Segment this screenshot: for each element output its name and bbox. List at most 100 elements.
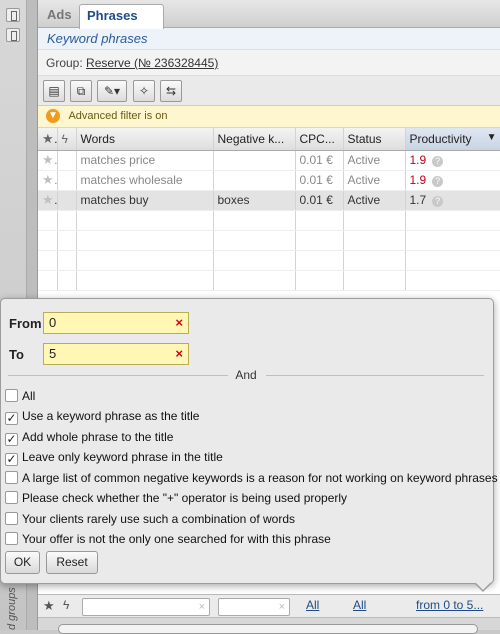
- option-whole-phrase-title[interactable]: ✓ Add whole phrase to the title: [5, 430, 173, 448]
- checkbox[interactable]: [5, 491, 18, 504]
- edit-dropdown-icon[interactable]: ✎▾: [97, 80, 127, 102]
- help-icon[interactable]: ?: [432, 176, 444, 187]
- advanced-filter-bar: ▼ Advanced filter is on: [38, 106, 500, 128]
- option-keyword-as-title[interactable]: ✓ Use a keyword phrase as the title: [5, 409, 199, 427]
- ok-button[interactable]: OK: [5, 551, 40, 574]
- col-productivity[interactable]: Productivity ▼: [405, 128, 500, 151]
- col-productivity-label: Productivity: [409, 131, 472, 146]
- checkbox[interactable]: [5, 512, 18, 525]
- cpc-filter-link[interactable]: All: [306, 598, 319, 616]
- to-input[interactable]: 5 ×: [43, 343, 189, 365]
- cell-productivity: 1.7?: [405, 190, 500, 211]
- option-offer-not-only[interactable]: Your offer is not the only one searched …: [5, 532, 331, 550]
- column-filter-row: ★ ϟ × × All All from 0 to 5...: [38, 594, 500, 618]
- option-plus-operator[interactable]: Please check whether the "+" operator is…: [5, 491, 347, 509]
- rail-toggle-icon[interactable]: [6, 8, 20, 22]
- option-label: All: [22, 389, 36, 403]
- col-negative-keywords[interactable]: Negative k...: [213, 128, 296, 151]
- cell-status: Active: [343, 170, 406, 191]
- option-label: Add whole phrase to the title: [22, 430, 174, 444]
- and-separator: And: [8, 368, 484, 382]
- group-label: Group:: [46, 56, 83, 70]
- from-label: From: [9, 316, 42, 331]
- cell-cpc: 0.01 €: [295, 190, 344, 211]
- option-label: A large list of common negative keywords…: [22, 471, 498, 485]
- table-row[interactable]: ★ matches wholesale 0.01 € Active 1.9?: [38, 170, 500, 191]
- empty-row: [38, 230, 500, 251]
- checkbox[interactable]: [5, 471, 18, 484]
- cell-cpc: 0.01 €: [295, 150, 344, 171]
- star-column-header[interactable]: ★: [38, 128, 58, 151]
- sort-desc-icon: ▼: [486, 131, 497, 143]
- checkbox-checked[interactable]: ✓: [5, 412, 18, 425]
- phrases-table: ★ ϟ Words Negative k... CPC... Status Pr…: [38, 128, 500, 291]
- option-label: Please check whether the "+" operator is…: [22, 491, 348, 505]
- group-line: Group: Reserve (№ 236328445): [38, 50, 500, 76]
- group-link[interactable]: Reserve (№ 236328445): [86, 56, 218, 70]
- to-label: To: [9, 347, 24, 362]
- option-all[interactable]: All: [5, 389, 35, 407]
- cell-negative: [213, 150, 296, 171]
- star-icon[interactable]: ★: [42, 152, 56, 167]
- cell-negative: boxes: [213, 190, 296, 211]
- help-icon[interactable]: ?: [432, 156, 444, 167]
- tab-ads[interactable]: Ads: [40, 4, 79, 29]
- cell-words: matches wholesale: [76, 170, 214, 191]
- col-words[interactable]: Words: [76, 128, 214, 151]
- star-filter-icon[interactable]: ★: [43, 598, 55, 616]
- checkbox-checked[interactable]: ✓: [5, 433, 18, 446]
- cell-words: matches buy: [76, 190, 214, 211]
- footer-scroll-handle[interactable]: [58, 624, 478, 634]
- words-filter-input[interactable]: ×: [82, 598, 210, 616]
- cell-cpc: 0.01 €: [295, 170, 344, 191]
- table-row[interactable]: ★ matches price 0.01 € Active 1.9?: [38, 150, 500, 171]
- cell-words: matches price: [76, 150, 214, 171]
- cell-productivity: 1.9?: [405, 150, 500, 171]
- cell-status: Active: [343, 190, 406, 211]
- from-value: 0: [49, 315, 57, 330]
- option-label: Use a keyword phrase as the title: [22, 409, 200, 423]
- clear-from-icon[interactable]: ×: [175, 315, 183, 330]
- from-input[interactable]: 0 ×: [43, 312, 189, 334]
- clear-to-icon[interactable]: ×: [175, 346, 183, 361]
- checkbox[interactable]: [5, 389, 18, 402]
- and-label: And: [235, 368, 257, 382]
- to-value: 5: [49, 346, 57, 361]
- popup-pointer-inner: [475, 582, 491, 590]
- productivity-filter-link[interactable]: from 0 to 5...: [416, 598, 483, 616]
- star-icon[interactable]: ★: [42, 172, 56, 187]
- option-label: Your offer is not the only one searched …: [22, 532, 331, 546]
- star-icon[interactable]: ★: [42, 192, 56, 207]
- col-status[interactable]: Status: [343, 128, 406, 151]
- empty-row: [38, 270, 500, 291]
- move-icon[interactable]: ⇆: [160, 80, 182, 102]
- option-only-keyword-title[interactable]: ✓ Leave only keyword phrase in the title: [5, 450, 223, 468]
- tab-bar: Ads Phrases: [38, 0, 500, 29]
- option-label: Your clients rarely use such a combinati…: [22, 512, 296, 526]
- option-negative-keywords-list[interactable]: A large list of common negative keywords…: [5, 471, 498, 489]
- rail-panel-icon[interactable]: [6, 28, 20, 42]
- footer-strip: [38, 618, 500, 634]
- cell-productivity: 1.9?: [405, 170, 500, 191]
- tab-phrases[interactable]: Phrases: [79, 4, 164, 29]
- filter-icon[interactable]: ▼: [46, 109, 60, 123]
- bolt-filter-icon[interactable]: ϟ: [63, 598, 69, 616]
- empty-row: [38, 210, 500, 231]
- checkbox-checked[interactable]: ✓: [5, 453, 18, 466]
- rail-side-label: d groups: [6, 587, 18, 630]
- bolt-column-header[interactable]: ϟ: [57, 128, 77, 151]
- new-document-icon[interactable]: ▤: [43, 80, 65, 102]
- option-rare-combination[interactable]: Your clients rarely use such a combinati…: [5, 512, 295, 530]
- checkbox[interactable]: [5, 532, 18, 545]
- col-cpc[interactable]: CPC...: [295, 128, 344, 151]
- negative-filter-input[interactable]: ×: [218, 598, 290, 616]
- magic-wand-icon[interactable]: ✧: [133, 80, 155, 102]
- panel-title: Keyword phrases: [38, 28, 500, 50]
- status-filter-link[interactable]: All: [353, 598, 366, 616]
- help-icon[interactable]: ?: [432, 196, 444, 207]
- table-row[interactable]: ★ matches buy boxes 0.01 € Active 1.7?: [38, 190, 500, 211]
- cell-status: Active: [343, 150, 406, 171]
- toolbar: ▤ ⧉ ✎▾ ✧ ⇆: [38, 76, 500, 106]
- reset-button[interactable]: Reset: [46, 551, 98, 574]
- copy-icon[interactable]: ⧉: [70, 80, 92, 102]
